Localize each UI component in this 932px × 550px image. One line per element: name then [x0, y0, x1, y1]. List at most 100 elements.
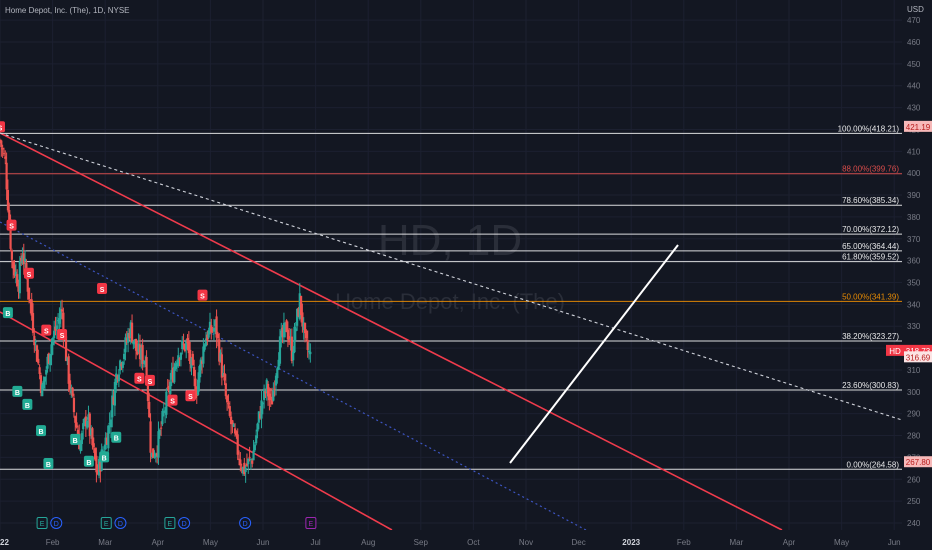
candle-body: [37, 358, 40, 364]
candle-body: [6, 189, 10, 211]
candle-body: [239, 459, 242, 466]
sell-signal-label: S: [188, 394, 193, 401]
candle-body: [53, 330, 56, 338]
fib-label: 38.20%(323.27): [842, 332, 899, 341]
time-tick: Jul: [310, 538, 320, 547]
price-tick: 340: [907, 300, 921, 309]
event-label: E: [104, 521, 109, 528]
buy-signal-label: B: [46, 462, 51, 469]
candle-body: [71, 387, 74, 396]
candle-body: [42, 380, 45, 389]
time-tick: Apr: [783, 538, 796, 547]
sell-signal-label: S: [9, 224, 14, 231]
watermark-ticker: HD, 1D: [378, 216, 522, 265]
sell-signal-label: S: [44, 329, 49, 336]
candle-body: [152, 448, 155, 458]
sell-signal-label: S: [27, 272, 32, 279]
price-tick: 310: [907, 366, 921, 375]
candle-body: [255, 435, 258, 444]
candle-body: [191, 353, 194, 366]
candle-body: [115, 373, 118, 386]
buy-signal-label: B: [73, 438, 78, 445]
fib-label: 65.00%(364.44): [842, 242, 899, 251]
candle-body: [195, 395, 198, 397]
event-label: D: [182, 521, 187, 528]
candle-body: [269, 396, 272, 399]
time-tick: Sep: [414, 538, 429, 547]
price-tick: 370: [907, 235, 921, 244]
fib-label: 50.00%(341.39): [842, 292, 899, 301]
sell-signal-label: S: [148, 379, 153, 386]
price-tick: 290: [907, 410, 921, 419]
candle-body: [179, 353, 183, 360]
buy-signal-label: B: [5, 311, 10, 318]
candle-body: [60, 309, 64, 312]
price-tick: 250: [907, 497, 921, 506]
price-tag: HD: [889, 347, 901, 356]
time-tick: Jun: [257, 538, 270, 547]
price-axis[interactable]: 2402502602702802903003103203303403503603…: [902, 0, 932, 550]
candle-body: [181, 340, 184, 350]
price-tag: 267.80: [906, 458, 931, 467]
candle-body: [67, 356, 70, 384]
candle-body: [5, 162, 8, 190]
fib-label: 23.60%(300.83): [842, 381, 899, 390]
time-tick: 2023: [622, 538, 640, 547]
price-tick: 430: [907, 104, 921, 113]
candle-body: [256, 423, 259, 432]
candle-body: [123, 353, 126, 360]
candle-body: [38, 367, 41, 374]
price-tick: 350: [907, 279, 921, 288]
candle-body: [294, 328, 297, 332]
candle-body: [272, 389, 275, 401]
chart-root: HD, 1D Home Depot, Inc. (The) 127.20%(48…: [0, 0, 932, 550]
candle-body: [199, 359, 202, 371]
candle-body: [107, 425, 110, 449]
event-label: D: [54, 521, 59, 528]
candle-body: [149, 421, 152, 453]
fib-label: 88.00%(399.76): [842, 165, 899, 174]
candle-body: [263, 388, 266, 400]
buy-signal-label: B: [15, 390, 20, 397]
time-tick: Dec: [571, 538, 585, 547]
price-chart[interactable]: HD, 1D Home Depot, Inc. (The) 127.20%(48…: [0, 0, 932, 550]
time-tick: May: [834, 538, 849, 547]
sell-signal-label: S: [200, 294, 205, 301]
candle-body: [43, 376, 47, 382]
candle-body: [86, 420, 89, 428]
candle-body: [231, 420, 234, 425]
candle-body: [82, 423, 85, 430]
price-tick: 390: [907, 191, 921, 200]
event-label: E: [168, 521, 173, 528]
candle-body: [306, 340, 309, 350]
candle-body: [121, 361, 124, 368]
candle-body: [74, 416, 77, 423]
time-axis[interactable]: 2022 Feb Mar Apr May Jun Jul Aug Sep Oct Nov Dec 202…: [0, 530, 932, 550]
candle-body: [16, 274, 19, 287]
candle-body: [299, 295, 303, 316]
chart-title: Home Depot, Inc. (The), 1D, NYSE: [5, 6, 130, 15]
candle-body: [173, 366, 176, 383]
candle-body: [34, 341, 37, 343]
sell-signal-label: S: [60, 333, 65, 340]
time-tick: May: [203, 538, 218, 547]
candle-body: [49, 354, 52, 366]
candle-body: [0, 140, 3, 148]
candle-body: [248, 456, 251, 458]
candle-body: [148, 401, 151, 418]
price-tick: 240: [907, 519, 921, 528]
candle-body: [113, 381, 116, 406]
price-tick: 330: [907, 322, 921, 331]
candle-body: [161, 410, 164, 425]
candle-body: [177, 355, 180, 367]
sell-signal-label: S: [100, 287, 105, 294]
price-tick: 380: [907, 213, 921, 222]
candle-body: [91, 428, 94, 446]
axis-currency: USD: [907, 5, 924, 14]
price-tick: 460: [907, 38, 921, 47]
price-tick: 410: [907, 147, 921, 156]
candle-body: [18, 260, 21, 294]
candle-body: [276, 368, 279, 379]
candle-body: [252, 450, 255, 461]
price-tick: 450: [907, 60, 921, 69]
